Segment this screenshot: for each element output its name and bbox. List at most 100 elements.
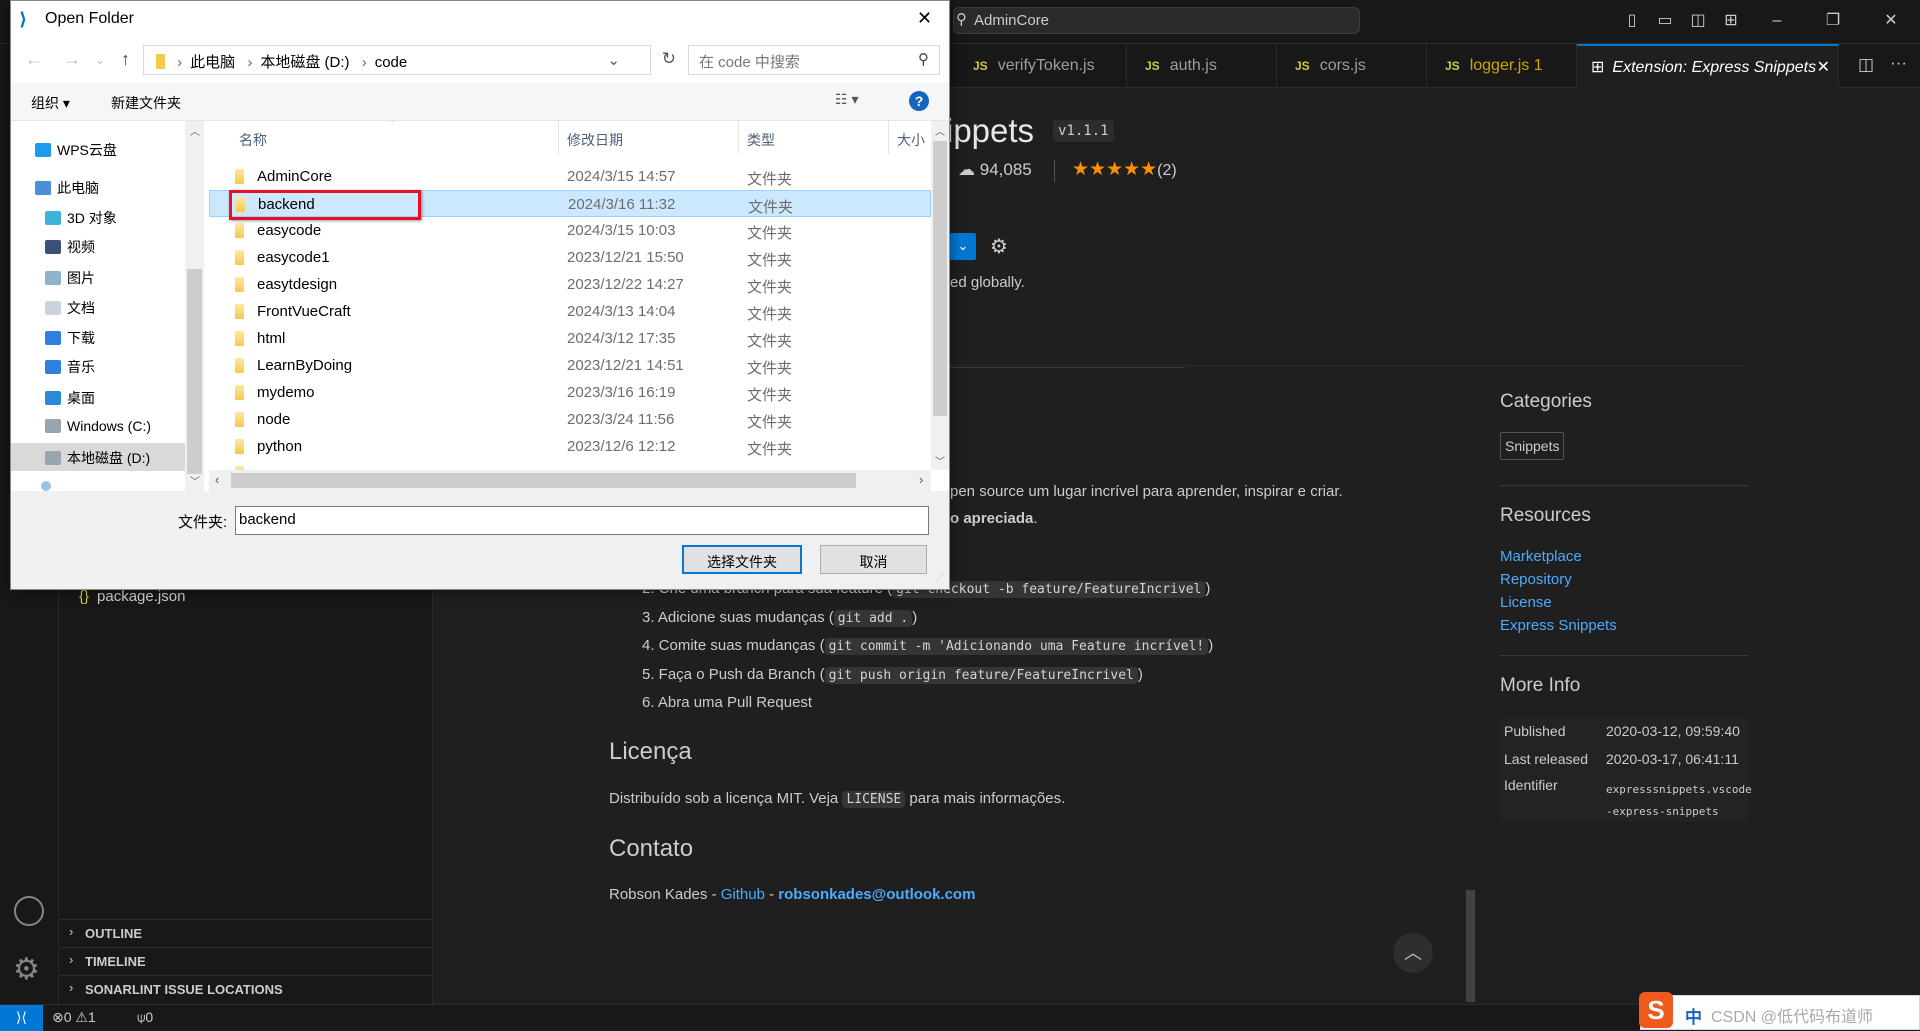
js-file-icon: JS [1295,59,1310,73]
nav-item[interactable]: 图片 [11,263,185,291]
close-tab-icon[interactable]: ✕ [1817,57,1830,77]
accounts-icon[interactable] [14,896,44,926]
nav-item[interactable]: 3D 对象 [11,203,185,231]
file-row-partial[interactable] [209,460,931,470]
help-icon[interactable]: ? [909,91,929,111]
breadcrumb-this-pc[interactable]: 此电脑 [190,54,235,71]
address-dropdown-icon[interactable]: ⌄ [607,51,620,69]
nav-item[interactable]: WPS云盘 [11,135,185,163]
problems-indicator[interactable]: ⊗0 ⚠1 [52,1009,96,1026]
nav-item[interactable]: 文档 [11,293,185,321]
remote-indicator[interactable]: ⟩⟨ [0,1005,43,1031]
scroll-to-top-button[interactable]: ︿ [1393,933,1433,973]
recent-locations-chevron-icon[interactable]: ⌄ [95,53,105,67]
tab-verifytoken[interactable]: JS verifyToken.js [955,44,1127,88]
timeline-panel-header[interactable]: › TIMELINE [59,947,433,975]
file-row[interactable]: AdminCore 2024/3/15 14:57 文件夹 [209,163,931,190]
file-list-hscrollbar[interactable]: ‹ › [209,470,931,491]
email-link[interactable]: robsonkades@outlook.com [778,886,975,903]
close-dialog-icon[interactable]: ✕ [917,8,932,29]
sogou-logo-icon: S [1639,992,1673,1028]
file-row[interactable]: html 2024/3/12 17:35 文件夹 [209,325,931,352]
toggle-primary-sidebar-icon[interactable]: ▯ [1621,10,1643,32]
resize-grip-icon[interactable]: ⋰ [936,573,944,582]
file-item-package-json[interactable]: {} package.json [79,588,185,605]
ime-mode[interactable]: 中 [1685,1003,1702,1028]
folder-icon [235,277,244,292]
categories-heading: Categories [1500,391,1592,412]
nav-item[interactable]: 此电脑 [11,173,185,201]
outline-panel-header[interactable]: › OUTLINE [59,919,433,947]
nav-item[interactable]: Windows (C:) [11,413,185,441]
file-row[interactable]: easytdesign 2023/12/22 14:27 文件夹 [209,271,931,298]
repository-link[interactable]: Repository [1500,571,1572,588]
category-badge[interactable]: Snippets [1500,432,1565,460]
tab-auth[interactable]: JS auth.js [1127,44,1277,88]
breadcrumb-code[interactable]: code [375,54,408,71]
maximize-icon[interactable]: ❐ [1822,10,1844,32]
close-window-icon[interactable]: ✕ [1880,10,1902,32]
file-row[interactable]: easycode 2024/3/15 10:03 文件夹 [209,217,931,244]
select-folder-button[interactable]: 选择文件夹 [682,545,802,574]
command-center-search[interactable]: ⚲ AdminCore [953,7,1360,34]
nav-item[interactable]: 桌面 [11,383,185,411]
file-row[interactable]: node 2023/3/24 11:56 文件夹 [209,406,931,433]
dialog-footer: 文件夹: backend 选择文件夹 取消 ⋰ [11,491,949,589]
nav-pane-scrollbar[interactable]: ︿ ﹀ [185,121,204,491]
address-bar[interactable]: › 此电脑 › 本地磁盘 (D:) › code ⌄ ↻ [143,45,676,75]
readme-step: 4. Comite suas mudanças (git commit -m '… [642,637,1214,655]
cancel-button[interactable]: 取消 [820,545,927,574]
ports-indicator[interactable]: ⍦0 [137,1009,153,1026]
file-row[interactable]: FrontVueCraft 2024/3/13 14:04 文件夹 [209,298,931,325]
nav-item[interactable]: 视频 [11,232,185,260]
customize-layout-icon[interactable]: ⊞ [1720,10,1742,32]
column-header-type[interactable]: 类型 [739,121,889,154]
more-actions-icon[interactable]: ··· [1890,53,1907,73]
back-arrow-icon[interactable]: ← [25,49,43,70]
folder-icon [235,358,244,373]
folder-label: 文件夹: [178,514,228,531]
folder-name-input[interactable]: backend [235,506,929,535]
toggle-secondary-sidebar-icon[interactable]: ◫ [1687,10,1709,32]
organize-menu[interactable]: 组织 ▾ [31,93,70,113]
marketplace-link[interactable]: Marketplace [1500,548,1582,565]
tab-extension-express-snippets[interactable]: ⊞ Extension: Express Snippets ✕ [1577,44,1839,88]
manage-gear-icon[interactable]: ⚙ [13,952,40,987]
install-dropdown-button[interactable]: ⌄ [950,233,976,260]
file-row[interactable]: LearnByDoing 2023/12/21 14:51 文件夹 [209,352,931,379]
up-arrow-icon[interactable]: ↑ [121,49,130,70]
rating[interactable]: ★★★★★(2) [1072,158,1177,181]
editor-scrollbar[interactable] [1466,890,1475,1002]
split-editor-icon[interactable]: ◫ [1858,55,1874,75]
nav-item[interactable]: 下载 [11,323,185,351]
tab-cors[interactable]: JS cors.js [1277,44,1427,88]
license-link[interactable]: License [1500,594,1552,611]
breadcrumb-drive-d[interactable]: 本地磁盘 (D:) [260,54,349,71]
column-header-size[interactable]: 大小 [889,121,931,154]
column-header-date[interactable]: 修改日期 [559,121,739,154]
forward-arrow-icon[interactable]: → [63,49,81,70]
sonarlint-panel-header[interactable]: › SONARLINT ISSUE LOCATIONS [59,975,433,1003]
folder-icon [235,304,244,319]
view-options-icon[interactable]: ☷ ▾ [835,91,858,108]
toggle-panel-icon[interactable]: ▭ [1654,10,1676,32]
file-row[interactable]: easycode1 2023/12/21 15:50 文件夹 [209,244,931,271]
settings-gear-icon[interactable]: ⚙ [990,234,1008,259]
new-folder-button[interactable]: 新建文件夹 [111,93,181,113]
search-icon: ⚲ [956,11,967,28]
github-link[interactable]: Github [721,886,765,903]
express-snippets-link[interactable]: Express Snippets [1500,617,1617,634]
file-list-vscrollbar[interactable]: ︿ ﹀ [931,121,949,470]
minimize-icon[interactable]: – [1766,10,1788,32]
star-rating-icons: ★★★★★ [1072,159,1158,180]
nav-item-icon [45,211,61,225]
refresh-icon[interactable]: ↻ [662,49,676,69]
file-row[interactable]: mydemo 2023/3/16 16:19 文件夹 [209,379,931,406]
nav-item[interactable]: 本地磁盘 (D:) [11,443,185,471]
file-row[interactable]: python 2023/12/6 12:12 文件夹 [209,433,931,460]
search-input[interactable]: 在 code 中搜索 ⚲ [688,45,940,75]
column-header-name[interactable]: 名称 ^ [209,121,559,154]
nav-item[interactable]: 音乐 [11,352,185,380]
tab-logger[interactable]: JS logger.js 1 [1427,44,1577,88]
install-count: ☁ 94,085 [958,160,1032,179]
